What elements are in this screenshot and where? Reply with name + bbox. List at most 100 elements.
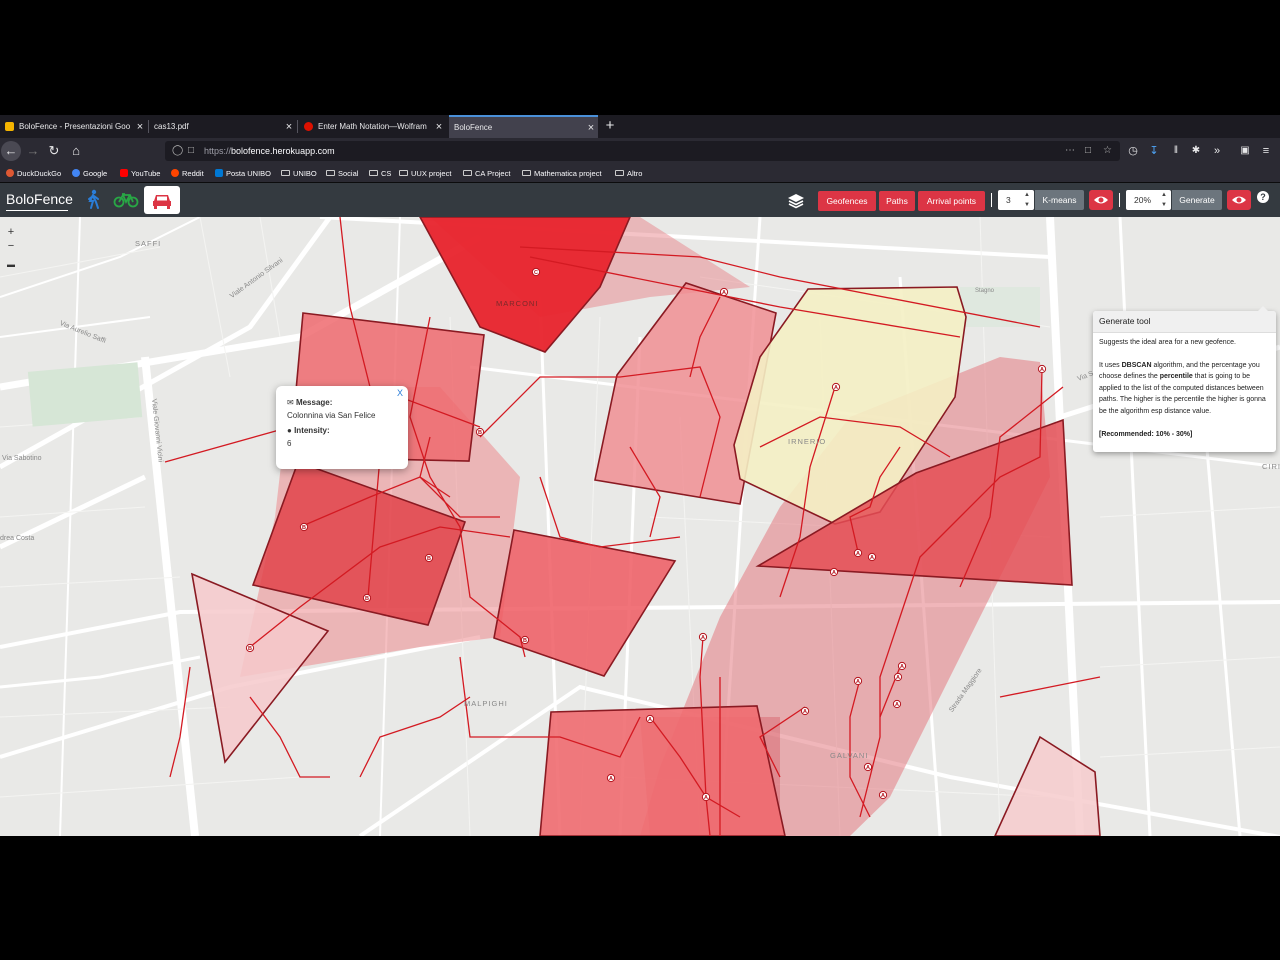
marker-letter: A — [870, 555, 874, 561]
marker-letter: B — [302, 525, 306, 531]
extensions-puzzle-icon[interactable]: ▣ — [1235, 141, 1255, 161]
bookmark-folder-ca[interactable]: CA Project — [463, 166, 510, 180]
map-marker-icon: ● — [287, 426, 292, 435]
marker-letter: A — [803, 709, 807, 715]
paths-button[interactable]: Paths — [879, 191, 915, 211]
car-mode-button[interactable] — [144, 186, 180, 214]
tooltip-recommended: [Recommended: 10% - 30%] — [1099, 430, 1193, 438]
kmeans-visibility-toggle[interactable] — [1089, 190, 1113, 210]
download-icon[interactable]: ↧ — [1144, 141, 1164, 161]
tab-bolofence-slides[interactable]: BoloFence - Presentazioni Goo × — [0, 115, 147, 138]
google-slides-icon — [5, 122, 14, 131]
wolfram-icon — [304, 122, 313, 131]
marker-popup: X ✉ Message: Colonnina via San Felice ● … — [276, 386, 408, 469]
tab-title: BoloFence - Presentazioni Goo — [19, 122, 131, 131]
spinner-icon[interactable]: ▲ ▼ — [1161, 190, 1167, 210]
district-label: IRNERIO — [788, 437, 827, 446]
shield-icon[interactable]: ◯ — [172, 141, 183, 161]
close-icon[interactable]: × — [133, 121, 147, 133]
popup-close-button[interactable]: X — [397, 388, 403, 398]
close-icon[interactable]: × — [432, 121, 446, 133]
district-label: MALPIGHI — [464, 699, 508, 708]
zoom-in-button[interactable]: + — [4, 225, 18, 239]
map-view[interactable]: CAAABBBBBBAAAAAAAAAAAAAA SAFFI MARCONI I… — [0, 217, 1280, 836]
marker-letter: A — [722, 290, 726, 296]
marker-letter: A — [900, 664, 904, 670]
marker-letter: A — [701, 635, 705, 641]
overflow-chevron-icon[interactable]: » — [1207, 141, 1227, 161]
bookmark-reddit[interactable]: Reddit — [171, 166, 204, 180]
lock-icon[interactable]: □ — [188, 141, 194, 161]
bookmark-youtube[interactable]: YouTube — [120, 166, 160, 180]
close-icon[interactable]: × — [584, 122, 598, 134]
bookmark-folder-uux[interactable]: UUX project — [399, 166, 451, 180]
marker-letter: B — [248, 646, 252, 652]
tooltip-details: It uses DBSCAN algorithm, and the percen… — [1099, 361, 1266, 415]
bookmark-folder-cs[interactable]: CS — [369, 166, 391, 180]
bookmark-folder-social[interactable]: Social — [326, 166, 358, 180]
folder-icon — [369, 170, 378, 176]
arrival-points-button[interactable]: Arrival points — [918, 191, 985, 211]
youtube-icon — [120, 169, 128, 177]
district-label: MARCONI — [496, 299, 539, 308]
percentile-number-input[interactable]: 20% ▲ ▼ — [1126, 190, 1171, 210]
district-label: SAFFI — [135, 239, 162, 248]
zoom-control: + − ▬ — [4, 225, 18, 272]
back-button[interactable]: ← — [1, 141, 21, 161]
pocket-icon[interactable]: □ — [1085, 141, 1091, 161]
navigation-bar: ← → ↻ ⌂ ◯ □ https://bolofence.herokuapp.… — [0, 138, 1280, 164]
bike-icon — [113, 193, 139, 208]
map-canvas[interactable]: CAAABBBBBBAAAAAAAAAAAAAA — [0, 217, 1280, 836]
bookmark-duckduckgo[interactable]: DuckDuckGo — [6, 166, 61, 180]
extension-icon[interactable]: ✱ — [1186, 141, 1206, 161]
kmeans-number-input[interactable]: 3 ▲ ▼ — [998, 190, 1034, 210]
eye-icon — [1094, 196, 1108, 204]
reload-button[interactable]: ↻ — [44, 141, 64, 161]
generate-button[interactable]: Generate — [1172, 190, 1222, 210]
home-button[interactable]: ⌂ — [66, 141, 86, 161]
brand-title[interactable]: BoloFence — [6, 191, 73, 207]
tab-bolofence[interactable]: BoloFence × — [449, 115, 598, 138]
generate-visibility-toggle[interactable] — [1227, 190, 1251, 210]
tab-strip: BoloFence - Presentazioni Goo × cas13.pd… — [0, 115, 1280, 138]
geofence-polygon[interactable] — [493, 529, 677, 677]
bookmark-folder-altro[interactable]: Altro — [615, 166, 642, 180]
marker-letter: A — [1040, 367, 1044, 373]
bookmark-star-icon[interactable]: ☆ — [1103, 141, 1112, 161]
layers-button[interactable] — [786, 191, 806, 211]
bookmark-folder-mathematica[interactable]: Mathematica project — [522, 166, 602, 180]
brand-underline — [6, 210, 68, 211]
geofences-button[interactable]: Geofences — [818, 191, 876, 211]
kmeans-button[interactable]: K-means — [1035, 190, 1084, 210]
close-icon[interactable]: × — [282, 121, 296, 133]
tab-wolfram[interactable]: Enter Math Notation—Wolfram × — [299, 115, 446, 138]
bookmark-folder-unibo[interactable]: UNIBO — [281, 166, 317, 180]
walk-mode-button[interactable] — [80, 187, 108, 213]
bookmark-posta-unibo[interactable]: Posta UNIBO — [215, 166, 271, 180]
library-icon[interactable]: ‖ — [1166, 141, 1186, 161]
generate-tool-tooltip: Generate tool Suggests the ideal area fo… — [1093, 306, 1276, 452]
bookmarks-bar: DuckDuckGo Google YouTube Reddit Posta U… — [0, 164, 1280, 183]
more-actions-icon[interactable]: ⋯ — [1065, 141, 1075, 161]
folder-icon — [281, 170, 290, 176]
geofence-polygon[interactable] — [539, 705, 786, 836]
intensity-label: Intensity: — [294, 426, 330, 435]
new-tab-button[interactable]: + — [601, 117, 619, 135]
marker-letter: B — [523, 638, 527, 644]
tooltip-title: Generate tool — [1093, 311, 1276, 333]
street-label: drea Costa — [0, 535, 35, 542]
spinner-icon[interactable]: ▲ ▼ — [1024, 190, 1030, 210]
park-area — [960, 287, 1040, 327]
zoom-out-button[interactable]: − — [4, 239, 18, 253]
tooltip-body: Suggests the ideal area for a new geofen… — [1099, 337, 1271, 440]
bike-mode-button[interactable] — [112, 187, 140, 213]
help-icon[interactable]: ? — [1257, 191, 1269, 203]
tab-cas13-pdf[interactable]: cas13.pdf × — [149, 115, 296, 138]
street-label: Stagno — [975, 288, 995, 294]
url-bar[interactable]: ◯ □ https://bolofence.herokuapp.com ⋯ □ … — [165, 141, 1120, 161]
hamburger-menu-icon[interactable]: ≡ — [1256, 141, 1276, 161]
history-icon[interactable]: ◷ — [1123, 141, 1143, 161]
ruler-icon[interactable]: ▬ — [4, 258, 18, 272]
bookmark-google[interactable]: Google — [72, 166, 107, 180]
forward-button[interactable]: → — [23, 141, 43, 161]
